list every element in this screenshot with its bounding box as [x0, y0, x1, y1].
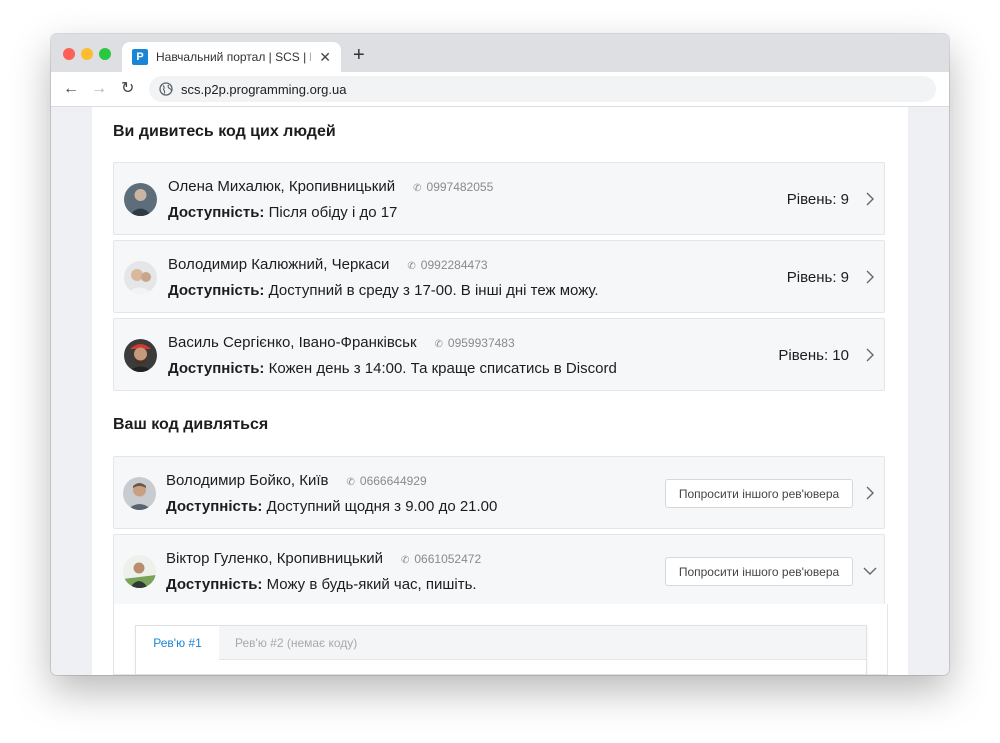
phone-number: 0992284473: [420, 258, 488, 272]
browser-tab[interactable]: P Навчальний портал | SCS | P2P ✕: [122, 42, 341, 72]
person-name: Володимир Бойко, Київ: [166, 472, 329, 489]
reload-icon[interactable]: ↻: [121, 79, 134, 99]
availability-text: Після обіду і до 17: [268, 204, 398, 221]
avatar: [124, 339, 157, 372]
avatar: [123, 477, 156, 510]
avatar: [124, 261, 157, 294]
new-tab-button[interactable]: +: [353, 45, 365, 65]
person-card[interactable]: Олена Михалюк, Кропивницький ✆ 099748205…: [113, 162, 885, 235]
person-name: Володимир Калюжний, Черкаси: [168, 256, 390, 273]
phone-icon: ✆: [434, 339, 443, 350]
availability-label: Доступність:: [168, 204, 265, 221]
phone-number: 0666644929: [359, 474, 427, 488]
request-another-reviewer-button[interactable]: Попросити іншого рев'ювера: [665, 479, 853, 508]
availability-text: Доступний щодня з 9.00 до 21.00: [266, 498, 498, 515]
person-card[interactable]: Володимир Калюжний, Черкаси ✆ 0992284473…: [113, 240, 885, 313]
tab-title: Навчальний портал | SCS | P2P: [156, 50, 311, 64]
url-text: scs.p2p.programming.org.ua: [181, 81, 347, 97]
level-text: Рівень: 9: [786, 191, 849, 208]
availability-label: Доступність:: [166, 498, 263, 515]
close-window-button[interactable]: [63, 48, 75, 60]
reviewer-card[interactable]: Віктор Гуленко, Кропивницький ✆ 06610524…: [113, 534, 885, 606]
review-tab-bar: Рев'ю #1 Рев'ю #2 (немає коду): [136, 626, 866, 661]
phone-number: 0661052472: [414, 552, 482, 566]
section-title-watching: Ви дивитесь код цих людей: [113, 123, 336, 140]
forward-arrow-icon[interactable]: →: [91, 79, 107, 99]
person-card[interactable]: Василь Сергієнко, Івано-Франківськ ✆ 095…: [113, 318, 885, 391]
phone-icon: ✆: [413, 183, 422, 194]
chevron-right-icon[interactable]: [865, 192, 875, 206]
avatar: [123, 555, 156, 588]
favicon-icon: P: [132, 49, 148, 65]
browser-window: P Навчальний портал | SCS | P2P ✕ + ← → …: [51, 34, 949, 675]
phone-number: 0959937483: [447, 336, 515, 350]
availability-text: Кожен день з 14:00. Та краще списатись в…: [268, 360, 617, 377]
level-text: Рівень: 9: [786, 269, 849, 286]
availability-text: Доступний в среду з 17-00. В інші дні те…: [268, 282, 599, 299]
chevron-right-icon[interactable]: [865, 348, 875, 362]
review-panel: Рев'ю #1 Рев'ю #2 (немає коду): [113, 604, 888, 675]
phone-icon: ✆: [400, 555, 410, 566]
reviewer-card[interactable]: Володимир Бойко, Київ ✆ 0666644929 Досту…: [113, 456, 885, 529]
tab-bar: P Навчальний портал | SCS | P2P ✕ +: [51, 34, 949, 72]
chevron-down-icon[interactable]: [863, 566, 877, 576]
availability-label: Доступність:: [168, 360, 265, 377]
page-content: Ви дивитесь код цих людей Олена Михалюк,…: [92, 107, 908, 675]
chevron-right-icon[interactable]: [865, 270, 875, 284]
person-name: Олена Михалюк, Кропивницький: [168, 178, 396, 195]
availability-text: Можу в будь-який час, пишіть.: [266, 576, 477, 593]
person-name: Віктор Гуленко, Кропивницький: [166, 550, 383, 567]
review-tabs-container: Рев'ю #1 Рев'ю #2 (немає коду): [135, 625, 867, 675]
minimize-window-button[interactable]: [81, 48, 93, 60]
avatar: [124, 183, 157, 216]
maximize-window-button[interactable]: [99, 48, 111, 60]
globe-icon: [159, 82, 173, 96]
chevron-right-icon[interactable]: [865, 486, 875, 500]
availability-label: Доступність:: [166, 576, 263, 593]
section-title-watched: Ваш код дивляться: [113, 416, 269, 433]
level-text: Рівень: 10: [778, 347, 849, 364]
browser-toolbar: ← → ↻ scs.p2p.programming.org.ua: [51, 72, 949, 107]
tab-review-1[interactable]: Рев'ю #1: [136, 626, 219, 661]
page-viewport: Ви дивитесь код цих людей Олена Михалюк,…: [51, 107, 949, 675]
phone-icon: ✆: [346, 477, 355, 488]
availability-label: Доступність:: [168, 282, 265, 299]
tab-review-2[interactable]: Рев'ю #2 (немає коду): [235, 626, 357, 660]
back-arrow-icon[interactable]: ←: [63, 79, 79, 99]
phone-icon: ✆: [407, 261, 416, 272]
phone-number: 0997482055: [426, 180, 494, 194]
address-bar[interactable]: scs.p2p.programming.org.ua: [149, 76, 936, 102]
person-name: Василь Сергієнко, Івано-Франківськ: [168, 334, 417, 351]
close-tab-icon[interactable]: ✕: [319, 49, 331, 66]
request-another-reviewer-button[interactable]: Попросити іншого рев'ювера: [665, 557, 853, 586]
